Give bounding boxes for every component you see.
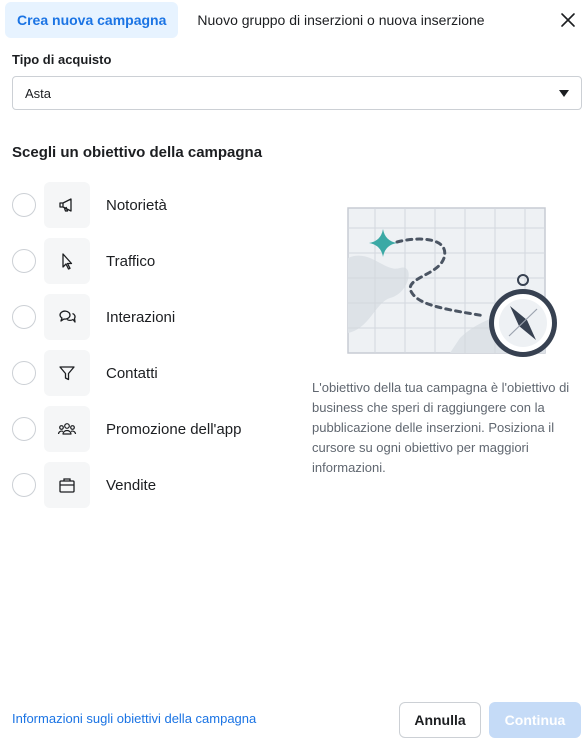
objective-sales[interactable]: Vendite [12, 462, 292, 508]
buying-type-value: Asta [25, 85, 52, 101]
tab-bar: Crea nuova campagna Nuovo gruppo di inse… [5, 2, 485, 38]
radio-button[interactable] [12, 305, 36, 329]
objective-traffic[interactable]: Traffico [12, 238, 292, 284]
chat-bubbles-icon [44, 294, 90, 340]
shopping-bag-icon [44, 462, 90, 508]
caret-down-icon [559, 90, 569, 97]
objective-leads[interactable]: Contatti [12, 350, 292, 396]
radio-button[interactable] [12, 249, 36, 273]
cancel-button[interactable]: Annulla [399, 702, 481, 738]
buying-type-label: Tipo di acquisto [12, 52, 112, 67]
continue-button[interactable]: Continua [489, 702, 581, 738]
objective-list: Notorietà Traffico Interazioni Contatti … [12, 182, 292, 518]
radio-button[interactable] [12, 417, 36, 441]
objective-label: Notorietà [106, 196, 167, 214]
tab-new-adset-or-ad[interactable]: Nuovo gruppo di inserzioni o nuova inser… [197, 2, 484, 38]
objective-engagement[interactable]: Interazioni [12, 294, 292, 340]
objective-label: Traffico [106, 252, 156, 270]
cursor-icon [44, 238, 90, 284]
map-compass-illustration [340, 198, 562, 368]
objectives-title: Scegli un obiettivo della campagna [12, 144, 263, 161]
objective-label: Interazioni [106, 308, 176, 326]
radio-button[interactable] [12, 193, 36, 217]
buying-type-select[interactable]: Asta [12, 76, 582, 110]
objective-awareness[interactable]: Notorietà [12, 182, 292, 228]
radio-button[interactable] [12, 361, 36, 385]
objectives-info-link[interactable]: Informazioni sugli obiettivi della campa… [12, 711, 256, 726]
objective-description: L'obiettivo della tua campagna è l'obiet… [312, 380, 570, 475]
objective-label: Contatti [106, 364, 158, 382]
close-icon[interactable] [559, 11, 577, 29]
objective-label: Vendite [106, 476, 157, 494]
radio-button[interactable] [12, 473, 36, 497]
people-icon [44, 406, 90, 452]
filter-icon [44, 350, 90, 396]
tab-create-campaign[interactable]: Crea nuova campagna [5, 2, 179, 38]
megaphone-icon [44, 182, 90, 228]
objective-app-promotion[interactable]: Promozione dell'app [12, 406, 292, 452]
objective-label: Promozione dell'app [106, 420, 242, 438]
